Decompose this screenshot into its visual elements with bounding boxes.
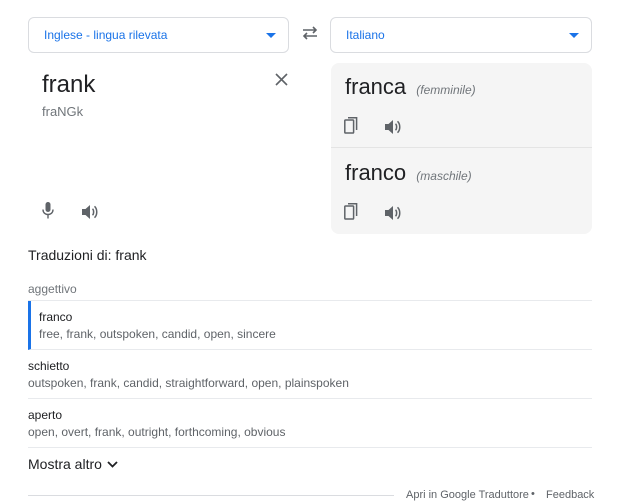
entry-synonyms: free, frank, outspoken, candid, open, si… bbox=[39, 327, 276, 341]
caret-down-icon bbox=[569, 32, 579, 38]
part-of-speech-label: aggettivo bbox=[28, 282, 77, 296]
gender-label: (maschile) bbox=[416, 169, 472, 183]
feedback-link[interactable]: Feedback bbox=[546, 489, 594, 501]
speaker-icon bbox=[384, 205, 402, 226]
voice-input-button[interactable] bbox=[38, 202, 58, 224]
footer-separator: • bbox=[531, 488, 535, 500]
translation-word-row: franco (maschile) bbox=[345, 160, 472, 186]
gender-label: (femminile) bbox=[416, 83, 476, 97]
translation-word[interactable]: franco bbox=[345, 160, 406, 185]
entry-word: aperto bbox=[28, 408, 63, 422]
entry-synonyms: open, overt, frank, outright, forthcomin… bbox=[28, 425, 286, 439]
open-in-translate-link[interactable]: Apri in Google Traduttore bbox=[406, 489, 529, 501]
entry-synonyms: outspoken, frank, candid, straightforwar… bbox=[28, 376, 349, 390]
swap-arrows-icon bbox=[301, 25, 319, 45]
listen-source-button[interactable] bbox=[79, 203, 101, 225]
target-language-label: Italiano bbox=[346, 28, 385, 42]
footer-divider bbox=[28, 495, 394, 496]
translation-result: franca (femminile) bbox=[331, 63, 592, 148]
translations-heading: Traduzioni di: frank bbox=[28, 247, 147, 263]
translation-result: franco (maschile) bbox=[331, 149, 592, 234]
copy-translation-button[interactable] bbox=[341, 203, 361, 225]
translation-word[interactable]: franca bbox=[345, 74, 406, 99]
microphone-icon bbox=[42, 202, 54, 224]
listen-translation-button[interactable] bbox=[382, 118, 404, 140]
copy-icon bbox=[344, 203, 358, 225]
show-more-label: Mostra altro bbox=[28, 456, 102, 472]
copy-icon bbox=[344, 117, 358, 139]
listen-translation-button[interactable] bbox=[382, 204, 404, 226]
source-transliteration: fraNGk bbox=[42, 104, 84, 119]
close-icon bbox=[274, 73, 288, 91]
entry-word: schietto bbox=[28, 359, 70, 373]
speaker-icon bbox=[384, 119, 402, 140]
source-language-label: Inglese - lingua rilevata bbox=[44, 28, 168, 42]
chevron-down-icon bbox=[107, 460, 118, 468]
caret-down-icon bbox=[266, 32, 276, 38]
dictionary-entry[interactable]: schietto outspoken, frank, candid, strai… bbox=[28, 350, 592, 399]
speaker-icon bbox=[81, 204, 99, 225]
swap-languages-button[interactable] bbox=[298, 24, 322, 46]
entry-word: franco bbox=[39, 310, 73, 324]
clear-text-button[interactable] bbox=[271, 72, 291, 92]
copy-translation-button[interactable] bbox=[341, 117, 361, 139]
source-language-select[interactable]: Inglese - lingua rilevata bbox=[28, 17, 289, 53]
target-language-select[interactable]: Italiano bbox=[330, 17, 592, 53]
dictionary-entry[interactable]: aperto open, overt, frank, outright, for… bbox=[28, 399, 592, 448]
translation-panel: franca (femminile) franco (maschile) bbox=[331, 63, 592, 234]
translation-word-row: franca (femminile) bbox=[345, 74, 476, 100]
show-more-button[interactable]: Mostra altro bbox=[28, 456, 118, 472]
source-text[interactable]: frank bbox=[42, 71, 95, 99]
dictionary-entry[interactable]: franco free, frank, outspoken, candid, o… bbox=[28, 301, 592, 350]
